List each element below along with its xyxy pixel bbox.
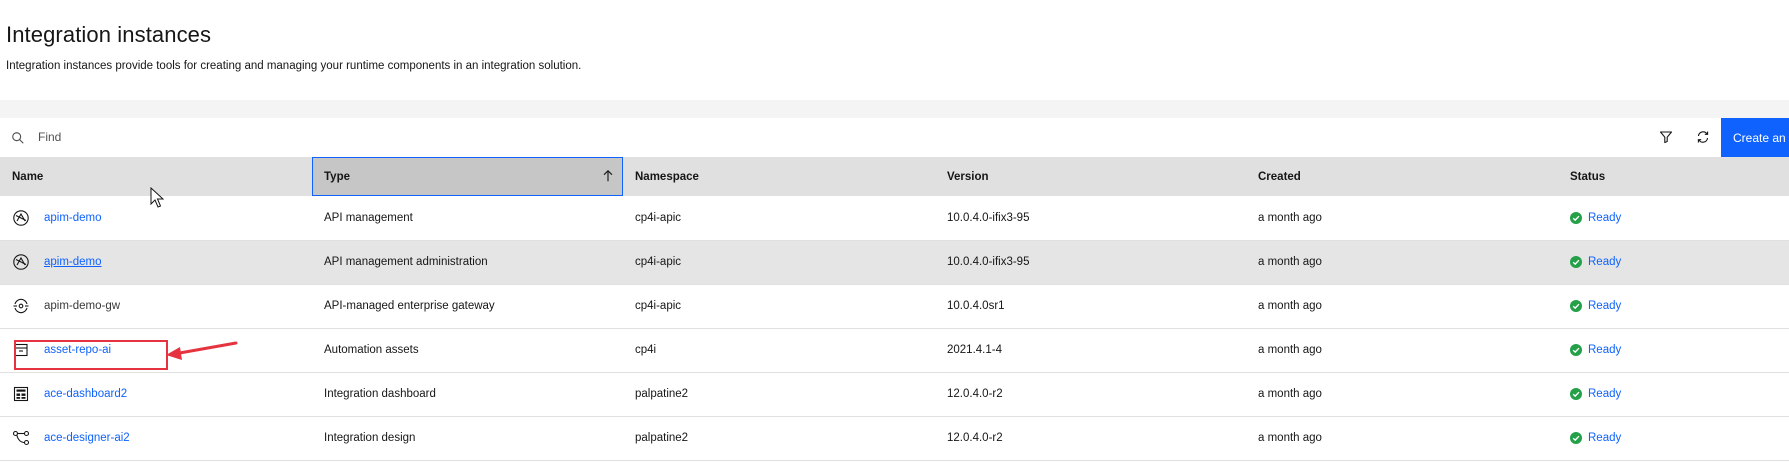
refresh-icon[interactable] xyxy=(1695,129,1711,145)
checkmark-filled-icon xyxy=(1570,256,1582,268)
api-management-icon xyxy=(13,210,29,226)
table-toolbar: Create an i xyxy=(0,118,1789,157)
type-cell: Automation assets xyxy=(312,328,623,373)
status-label: Ready xyxy=(1588,256,1622,268)
type-cell: Integration design xyxy=(312,416,623,461)
version-cell: 10.0.4.0-ifix3-95 xyxy=(935,196,1246,241)
page-description: Integration instances provide tools for … xyxy=(6,60,582,72)
type-cell: API management administration xyxy=(312,240,623,285)
namespace-cell: cp4i-apic xyxy=(623,240,935,285)
type-cell: Integration dashboard xyxy=(312,372,623,417)
table-row[interactable]: asset-repo-ai Automation assets cp4i 202… xyxy=(0,328,1789,373)
table-row[interactable]: apim-demo API management cp4i-apic 10.0.… xyxy=(0,196,1789,241)
sort-ascending-icon[interactable] xyxy=(601,169,615,183)
column-header-type-label: Type xyxy=(324,170,350,183)
checkmark-filled-icon xyxy=(1570,211,1582,224)
checkmark-filled-icon xyxy=(1570,432,1582,444)
type-cell: API-managed enterprise gateway xyxy=(312,284,623,329)
column-header-type[interactable]: Type xyxy=(312,157,623,196)
status-label: Ready xyxy=(1588,211,1622,224)
table-row[interactable]: apim-demo API management administration … xyxy=(0,240,1789,285)
instance-name-link[interactable]: apim-demo xyxy=(44,256,102,268)
automation-assets-icon xyxy=(14,343,28,357)
instance-name: apim-demo-gw xyxy=(44,300,121,312)
created-cell: a month ago xyxy=(1246,284,1558,329)
column-header-name[interactable]: Name xyxy=(0,157,312,196)
instance-name-link[interactable]: apim-demo xyxy=(44,212,102,224)
namespace-cell: cp4i xyxy=(623,328,935,373)
status-label: Ready xyxy=(1588,388,1622,400)
created-cell: a month ago xyxy=(1246,416,1558,461)
table-header-row: Name Type Namespace Version Created Stat… xyxy=(0,157,1789,196)
namespace-cell: cp4i-apic xyxy=(623,284,935,329)
table-row[interactable]: ace-designer-ai2 Integration design palp… xyxy=(0,416,1789,461)
status-label: Ready xyxy=(1588,300,1622,312)
version-cell: 12.0.4.0-r2 xyxy=(935,372,1246,417)
version-cell: 10.0.4.0-ifix3-95 xyxy=(935,240,1246,285)
instances-table: Name Type Namespace Version Created Stat… xyxy=(0,157,1789,461)
column-header-status[interactable]: Status xyxy=(1558,157,1789,196)
checkmark-filled-icon xyxy=(1570,344,1582,356)
table-row[interactable]: apim-demo-gw API-managed enterprise gate… xyxy=(0,284,1789,329)
status-label: Ready xyxy=(1588,344,1622,356)
column-header-namespace[interactable]: Namespace xyxy=(623,157,935,196)
type-cell: API management xyxy=(312,196,623,241)
created-cell: a month ago xyxy=(1246,372,1558,417)
created-cell: a month ago xyxy=(1246,240,1558,285)
version-cell: 10.0.4.0sr1 xyxy=(935,284,1246,329)
created-cell: a month ago xyxy=(1246,196,1558,241)
table-row[interactable]: ace-dashboard2 Integration dashboard pal… xyxy=(0,372,1789,417)
version-cell: 2021.4.1-4 xyxy=(935,328,1246,373)
page-title: Integration instances xyxy=(6,22,212,47)
instance-name-link[interactable]: ace-dashboard2 xyxy=(44,388,127,400)
checkmark-filled-icon xyxy=(1570,388,1582,400)
gateway-icon xyxy=(13,298,29,314)
namespace-cell: palpatine2 xyxy=(623,416,935,461)
created-cell: a month ago xyxy=(1246,328,1558,373)
create-instance-label: Create an i xyxy=(1733,130,1789,145)
dashboard-icon xyxy=(13,386,29,402)
column-header-version[interactable]: Version xyxy=(935,157,1246,196)
version-cell: 12.0.4.0-r2 xyxy=(935,416,1246,461)
namespace-cell: cp4i-apic xyxy=(623,196,935,241)
checkmark-filled-icon xyxy=(1570,300,1582,312)
api-management-icon xyxy=(13,254,29,270)
search-input[interactable] xyxy=(32,126,644,148)
column-header-created[interactable]: Created xyxy=(1246,157,1558,196)
instance-name-link[interactable]: ace-designer-ai2 xyxy=(44,432,130,444)
status-label: Ready xyxy=(1588,432,1622,444)
search-icon xyxy=(12,132,24,144)
design-flow-icon xyxy=(12,430,30,446)
section-divider xyxy=(0,100,1789,118)
filter-icon[interactable] xyxy=(1658,129,1674,145)
create-instance-button[interactable]: Create an i xyxy=(1721,118,1789,157)
instance-name-link[interactable]: asset-repo-ai xyxy=(44,344,111,356)
namespace-cell: palpatine2 xyxy=(623,372,935,417)
